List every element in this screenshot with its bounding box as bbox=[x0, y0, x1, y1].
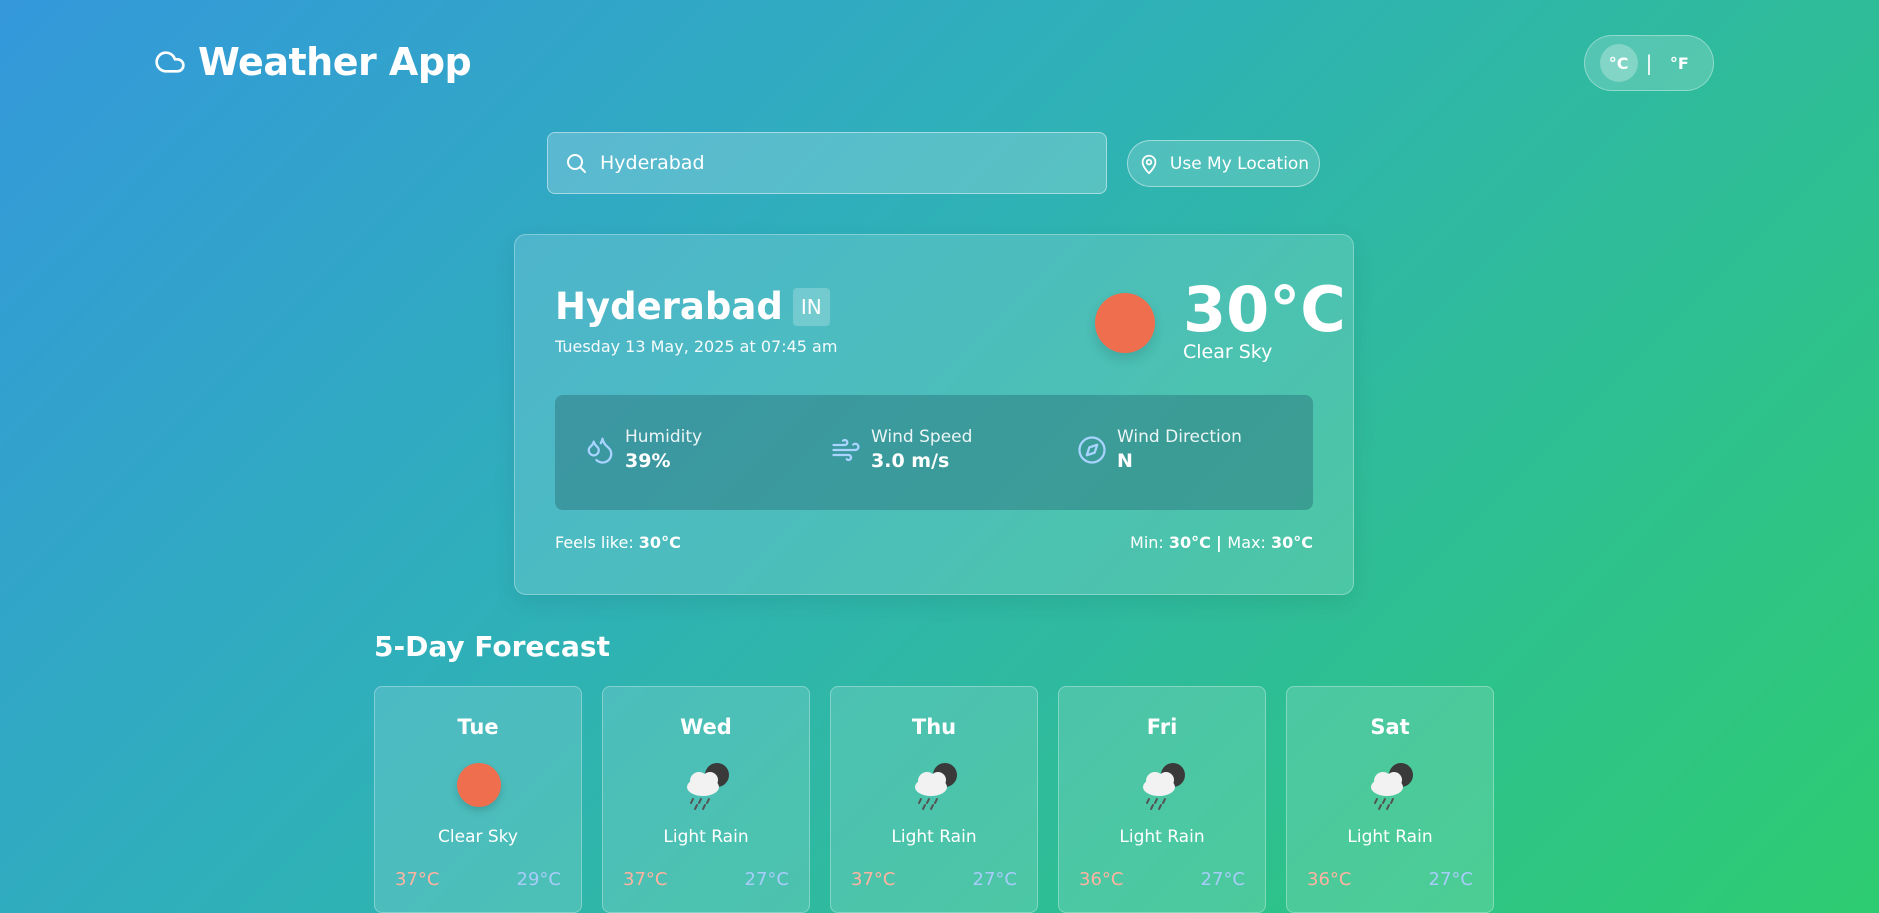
humidity-stat: Humidity 39% bbox=[585, 427, 702, 472]
celsius-button[interactable]: °C bbox=[1599, 44, 1638, 82]
forecast-max-temp: 37°C bbox=[851, 869, 896, 890]
forecast-min-temp: 27°C bbox=[972, 869, 1017, 890]
wind-direction-stat: Wind Direction N bbox=[1077, 427, 1242, 472]
forecast-day: Wed bbox=[680, 715, 732, 739]
app-title: Weather App bbox=[198, 40, 472, 84]
app-header: Weather App bbox=[154, 40, 472, 84]
use-my-location-label: Use My Location bbox=[1169, 153, 1310, 174]
forecast-title: 5-Day Forecast bbox=[374, 630, 610, 663]
current-condition: Clear Sky bbox=[1183, 341, 1273, 363]
search-box bbox=[547, 132, 1107, 194]
compass-icon bbox=[1078, 435, 1106, 464]
wind-speed-label: Wind Speed bbox=[871, 427, 973, 447]
wind-icon bbox=[832, 438, 860, 461]
forecast-description: Light Rain bbox=[1119, 827, 1205, 847]
fahrenheit-button[interactable]: °F bbox=[1660, 44, 1698, 82]
forecast-min-temp: 27°C bbox=[1428, 869, 1473, 890]
forecast-card: Tue Clear Sky 37°C 29°C bbox=[374, 686, 582, 913]
rain-cloud-icon bbox=[687, 763, 729, 810]
forecast-min-temp: 29°C bbox=[516, 869, 561, 890]
forecast-min-temp: 27°C bbox=[744, 869, 789, 890]
current-temperature: 30°C bbox=[1183, 273, 1346, 346]
rain-cloud-icon bbox=[1143, 763, 1185, 810]
max-value: 30°C bbox=[1270, 533, 1313, 552]
weather-stats-panel: Humidity 39% Wind Speed 3.0 m/s Wind Dir… bbox=[555, 395, 1313, 510]
min-max: Min: 30°C | Max: 30°C bbox=[1130, 533, 1313, 552]
sun-icon bbox=[457, 763, 501, 807]
forecast-description: Clear Sky bbox=[438, 827, 518, 847]
forecast-day: Tue bbox=[457, 715, 499, 739]
feels-like-label: Feels like: bbox=[555, 533, 634, 552]
forecast-description: Light Rain bbox=[663, 827, 749, 847]
min-value: 30°C bbox=[1168, 533, 1211, 552]
forecast-max-temp: 37°C bbox=[395, 869, 440, 890]
rain-cloud-icon bbox=[1371, 763, 1413, 810]
map-pin-icon bbox=[1141, 154, 1157, 174]
humidity-label: Humidity bbox=[625, 427, 703, 447]
forecast-max-temp: 37°C bbox=[623, 869, 668, 890]
forecast-card: Sat Light Rain 36°C 27°C bbox=[1286, 686, 1494, 913]
sun-icon bbox=[1095, 293, 1155, 353]
forecast-description: Light Rain bbox=[1347, 827, 1433, 847]
forecast-day: Sat bbox=[1370, 715, 1410, 739]
cloud-icon bbox=[155, 51, 185, 73]
feels-like-value: 30°C bbox=[638, 533, 681, 552]
droplets-icon bbox=[587, 437, 613, 464]
forecast-min-temp: 27°C bbox=[1200, 869, 1245, 890]
search-icon bbox=[567, 154, 586, 173]
wind-direction-label: Wind Direction bbox=[1117, 427, 1242, 447]
forecast-day: Fri bbox=[1146, 715, 1178, 739]
unit-toggle: °C | °F bbox=[1584, 35, 1714, 91]
rain-cloud-icon bbox=[915, 763, 957, 810]
max-label: Max: bbox=[1227, 533, 1266, 552]
forecast-day: Thu bbox=[911, 715, 957, 739]
wind-speed-stat: Wind Speed 3.0 m/s bbox=[831, 427, 972, 472]
humidity-value: 39% bbox=[625, 450, 671, 472]
city-row: Hyderabad IN bbox=[555, 285, 830, 328]
forecast-card: Wed Light Rain 37°C 27°C bbox=[602, 686, 810, 913]
city-name: Hyderabad bbox=[555, 285, 783, 328]
min-label: Min: bbox=[1130, 533, 1164, 552]
current-weather-card: Hyderabad IN Tuesday 13 May, 2025 at 07:… bbox=[514, 234, 1354, 595]
search-input[interactable] bbox=[600, 152, 1080, 174]
forecast-card: Fri Light Rain 36°C 27°C bbox=[1058, 686, 1266, 913]
feels-like: Feels like: 30°C bbox=[555, 533, 681, 552]
wind-direction-value: N bbox=[1117, 450, 1133, 472]
forecast-max-temp: 36°C bbox=[1079, 869, 1124, 890]
forecast-card: Thu Light Rain 37°C 27°C bbox=[830, 686, 1038, 913]
forecast-max-temp: 36°C bbox=[1307, 869, 1352, 890]
unit-separator: | bbox=[1645, 51, 1653, 75]
country-badge: IN bbox=[792, 287, 830, 326]
use-my-location-button[interactable]: Use My Location bbox=[1127, 140, 1320, 187]
forecast-description: Light Rain bbox=[891, 827, 977, 847]
wind-speed-value: 3.0 m/s bbox=[871, 450, 950, 472]
date-time: Tuesday 13 May, 2025 at 07:45 am bbox=[555, 337, 838, 356]
